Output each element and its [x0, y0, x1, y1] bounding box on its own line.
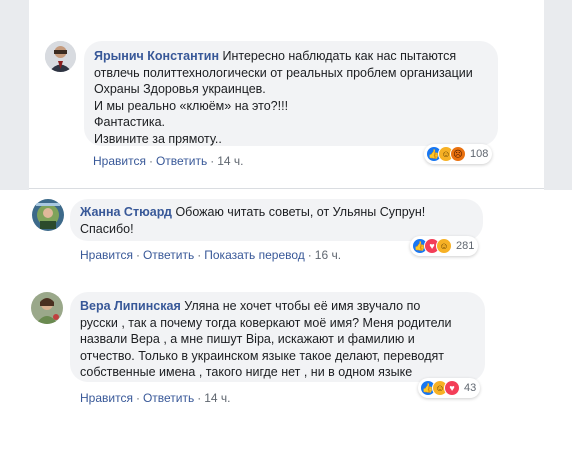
- reactions-summary[interactable]: 👍 ☺ ☹ 108: [424, 144, 493, 164]
- reactions-count: 108: [470, 148, 489, 160]
- comment-text-line: Уляна не хочет чтобы её имя звучало по: [184, 299, 421, 313]
- like-link[interactable]: Нравится: [80, 391, 133, 405]
- comment-text-line: собственные имена , такого нигде нет , н…: [80, 365, 413, 379]
- comment-bubble: Ярынич Константин Интересно наблюдать ка…: [84, 41, 498, 146]
- separator: ·: [210, 154, 215, 168]
- separator: ·: [197, 391, 202, 405]
- timestamp[interactable]: 16 ч.: [315, 248, 341, 262]
- avatar-photo-icon: [45, 41, 76, 72]
- comment-text-line: назвали Вера , а мне пишут Віра, искажаю…: [80, 332, 415, 346]
- reply-link[interactable]: Ответить: [143, 248, 194, 262]
- avatar[interactable]: [31, 292, 63, 324]
- comment-text-line: русски , так а почему тогда коверкают мо…: [80, 315, 452, 330]
- avatar[interactable]: [32, 199, 64, 231]
- comment-actions: Нравится · Ответить · 14 ч.: [93, 154, 244, 168]
- separator: ·: [135, 248, 140, 262]
- separator: ·: [135, 391, 140, 405]
- avatar[interactable]: [45, 41, 76, 72]
- comment-text-line: И мы реально «клюём» на это?!!!: [94, 98, 289, 113]
- love-icon: ♥: [444, 380, 460, 396]
- reactions-count: 281: [456, 240, 475, 252]
- angry-icon: ☹: [450, 146, 466, 162]
- comment-text-line: Спасибо!: [80, 221, 134, 236]
- comment-text-line: Интересно наблюдать как нас пытаются: [222, 49, 457, 63]
- reactions-summary[interactable]: 👍 ♥ ☺ 281: [410, 236, 479, 256]
- comment-text-line: отвлечь политтехнологически от реальных …: [94, 65, 473, 80]
- reply-link[interactable]: Ответить: [143, 391, 194, 405]
- comment-author[interactable]: Жанна Стюард: [80, 205, 172, 219]
- separator: ·: [197, 248, 202, 262]
- separator: ·: [148, 154, 153, 168]
- comment-text-line: Обожаю читать советы, от Ульяны Супрун!: [175, 205, 426, 219]
- comment-text-line: Охраны Здоровья украинцев.: [94, 82, 266, 96]
- page-background-left: [0, 0, 29, 190]
- like-link[interactable]: Нравится: [80, 248, 133, 262]
- like-link[interactable]: Нравится: [93, 154, 146, 168]
- comment-text-line: Фантастика.: [94, 115, 166, 129]
- divider: [29, 188, 544, 189]
- separator: ·: [307, 248, 312, 262]
- reply-link[interactable]: Ответить: [156, 154, 207, 168]
- comment-text-line: отчество. Только в украинском языке тако…: [80, 348, 445, 363]
- comment-bubble: Вера Липинская Уляна не хочет чтобы её и…: [70, 292, 485, 382]
- comment-actions: Нравится · Ответить · Показать перевод · 16 ч.: [80, 248, 341, 262]
- timestamp[interactable]: 14 ч.: [204, 391, 230, 405]
- haha-icon: ☺: [436, 238, 452, 254]
- show-translation-link[interactable]: Показать перевод: [204, 248, 305, 262]
- comment-bubble: Жанна Стюард Обожаю читать советы, от Ул…: [70, 199, 483, 241]
- avatar-photo-icon: [32, 199, 64, 231]
- comment-author[interactable]: Вера Липинская: [80, 299, 181, 313]
- comment-text-line: Извините за прямоту..: [94, 131, 222, 146]
- avatar-photo-icon: [31, 292, 63, 324]
- comment-author[interactable]: Ярынич Константин: [94, 49, 219, 63]
- page-background-right: [544, 0, 572, 190]
- timestamp[interactable]: 14 ч.: [217, 154, 243, 168]
- reactions-summary[interactable]: 👍 ☺ ♥ 43: [418, 378, 481, 398]
- comment-actions: Нравится · Ответить · 14 ч.: [80, 391, 231, 405]
- reactions-count: 43: [464, 382, 477, 394]
